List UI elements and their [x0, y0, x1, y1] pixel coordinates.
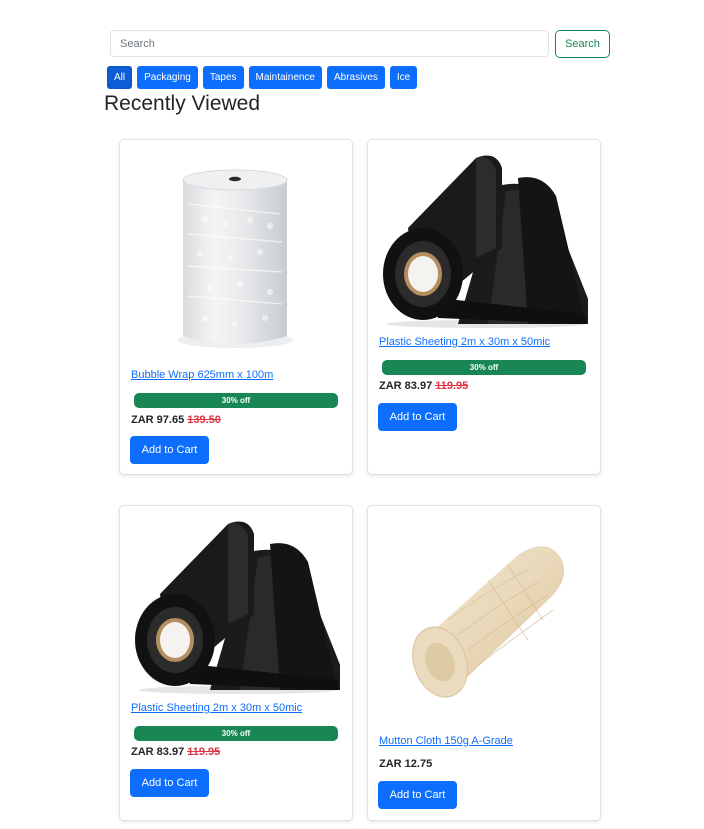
- product-card: Plastic Sheeting 2m x 30m x 50mic 30% of…: [119, 505, 353, 821]
- product-card: Plastic Sheeting 2m x 30m x 50mic 30% of…: [367, 139, 601, 475]
- product-card: Bubble Wrap 625mm x 100m 30% off ZAR 97.…: [119, 139, 353, 475]
- search-input[interactable]: [110, 30, 549, 57]
- product-price: ZAR 97.65 139.50: [131, 414, 221, 426]
- filter-maintainence-button[interactable]: Maintainence: [248, 66, 322, 89]
- mutton-cloth-image: [412, 546, 565, 698]
- filter-abrasives-button[interactable]: Abrasives: [327, 66, 385, 89]
- old-price: 139.50: [187, 414, 221, 426]
- current-price: ZAR 83.97: [379, 380, 433, 392]
- product-title-link[interactable]: Plastic Sheeting 2m x 30m x 50mic: [131, 702, 302, 714]
- discount-badge: 30% off: [134, 726, 338, 741]
- filter-ice-button[interactable]: Ice: [389, 66, 418, 89]
- add-to-cart-button[interactable]: Add to Cart: [378, 781, 457, 809]
- current-price: ZAR 97.65: [131, 414, 185, 426]
- product-price: ZAR 83.97 119.95: [131, 746, 220, 758]
- product-title-link[interactable]: Mutton Cloth 150g A-Grade: [379, 735, 513, 747]
- discount-badge: 30% off: [382, 360, 586, 375]
- filter-tapes-button[interactable]: Tapes: [202, 66, 244, 89]
- filter-all-button[interactable]: All: [107, 66, 133, 89]
- product-title-link[interactable]: Plastic Sheeting 2m x 30m x 50mic: [379, 336, 550, 348]
- search-bar: Search: [110, 30, 610, 58]
- current-price: ZAR 12.75: [379, 758, 433, 770]
- add-to-cart-button[interactable]: Add to Cart: [130, 436, 209, 464]
- add-to-cart-button[interactable]: Add to Cart: [130, 769, 209, 797]
- product-price: ZAR 83.97 119.95: [379, 380, 468, 392]
- filter-packaging-button[interactable]: Packaging: [137, 66, 198, 89]
- product-card: Mutton Cloth 150g A-Grade ZAR 12.75 Add …: [367, 505, 601, 821]
- add-to-cart-button[interactable]: Add to Cart: [378, 403, 457, 431]
- old-price: 119.95: [187, 746, 221, 758]
- bubble-wrap-image: [177, 169, 293, 348]
- category-filters: All Packaging Tapes Maintainence Abrasiv…: [107, 66, 418, 89]
- current-price: ZAR 83.97: [131, 746, 185, 758]
- product-title-link[interactable]: Bubble Wrap 625mm x 100m: [131, 369, 273, 381]
- old-price: 119.95: [435, 380, 469, 392]
- plastic-sheeting-image: [135, 521, 340, 694]
- discount-badge: 30% off: [134, 393, 338, 408]
- search-button[interactable]: Search: [555, 30, 610, 58]
- section-title: Recently Viewed: [104, 92, 261, 115]
- plastic-sheeting-image: [383, 155, 588, 328]
- product-price: ZAR 12.75: [379, 758, 432, 770]
